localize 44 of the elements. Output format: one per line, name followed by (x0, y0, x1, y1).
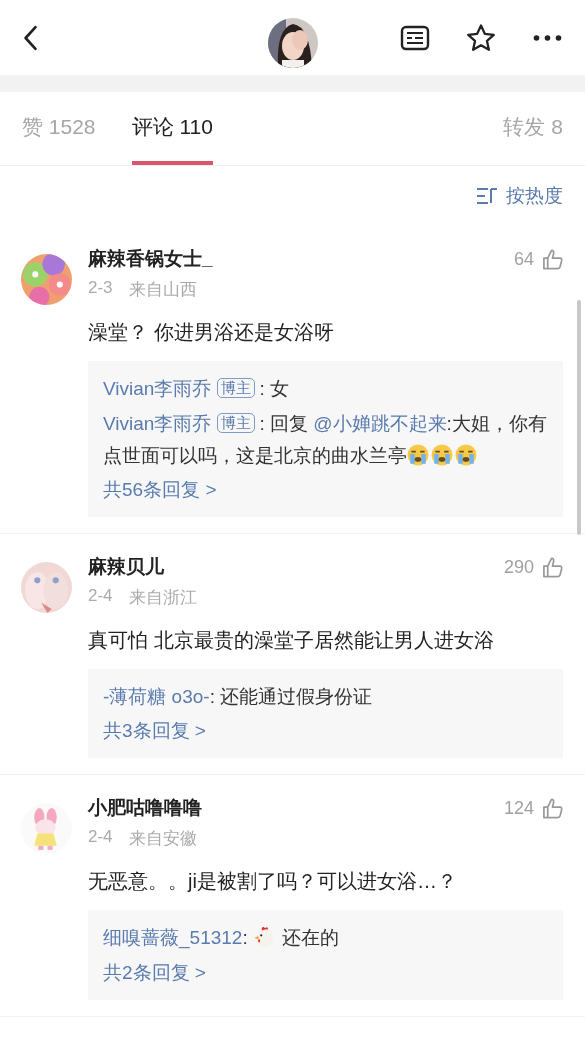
crying-face-icon (431, 443, 453, 466)
user-name[interactable]: 小肥咕噜噜噜 (88, 795, 202, 822)
comment-date: 2-3 (88, 278, 113, 299)
comment-text: 无恶意。。ji是被割了吗？可以进女浴…？ (88, 869, 458, 895)
more-replies-link[interactable]: 共3条回复 > (103, 718, 206, 745)
mention-link[interactable]: @小婵跳不起来 (313, 413, 447, 435)
comment-location: 来自浙江 (128, 587, 197, 610)
sort-button[interactable]: 按热度 (476, 182, 563, 210)
like-count: 124 (503, 797, 534, 819)
reply-author[interactable]: Vivian李雨乔 (103, 413, 212, 435)
crying-face-icon (407, 443, 429, 466)
user-name[interactable]: 麻辣贝儿 (88, 554, 164, 581)
more-icon[interactable] (532, 33, 563, 42)
reply-author[interactable]: -薄荷糖 o3o- (103, 686, 210, 708)
like-count: 64 (513, 248, 534, 270)
more-replies-link[interactable]: 共56条回复 > (103, 477, 217, 504)
reply-text: -薄荷糖 o3o-: 还能通过假身份证 (103, 685, 374, 710)
comment-text: 澡堂？ 你进男浴还是女浴呀 (88, 320, 335, 345)
article-icon[interactable] (400, 24, 430, 51)
reply-text: Vivian李雨乔 博主 : 女 (103, 377, 290, 401)
reply-text: Vivian李雨乔 博主 : 回复 @小婵跳不起来:大姐，你有点世面可以吗，这是北京的曲水兰亭 (103, 412, 548, 468)
author-badge: 博主 (217, 413, 256, 434)
crying-face-icon (455, 443, 477, 466)
sort-icon (476, 187, 498, 205)
reply-author[interactable]: Vivian李雨乔 (103, 378, 212, 399)
comment-text: 真可怕 北京最贵的澡堂子居然能让男人进女浴 (88, 628, 495, 654)
reply-author[interactable]: 细嗅蔷薇_51312 (103, 927, 243, 949)
comment-date: 2-4 (88, 827, 113, 849)
thumbs-up-icon[interactable] (542, 796, 563, 820)
comment-location: 来自山西 (128, 279, 197, 301)
comment-date: 2-4 (88, 586, 113, 608)
reply-text: 细嗅蔷薇_51312: 还在的 (103, 925, 341, 951)
tab[interactable]: 评论 110 (131, 92, 213, 165)
comment-location: 来自安徽 (128, 828, 197, 851)
thumbs-up-icon[interactable] (542, 555, 563, 579)
tab[interactable]: 转发 8 (503, 92, 563, 165)
thumbs-up-icon[interactable] (542, 247, 563, 271)
chicken-icon (252, 926, 275, 949)
more-replies-link[interactable]: 共2条回复 > (103, 959, 206, 986)
star-icon[interactable] (466, 22, 496, 53)
tab[interactable]: 赞 1528 (22, 92, 96, 165)
user-name[interactable]: 麻辣香锅女士_ (88, 246, 213, 272)
author-badge: 博主 (217, 378, 256, 398)
like-count: 290 (503, 556, 534, 578)
